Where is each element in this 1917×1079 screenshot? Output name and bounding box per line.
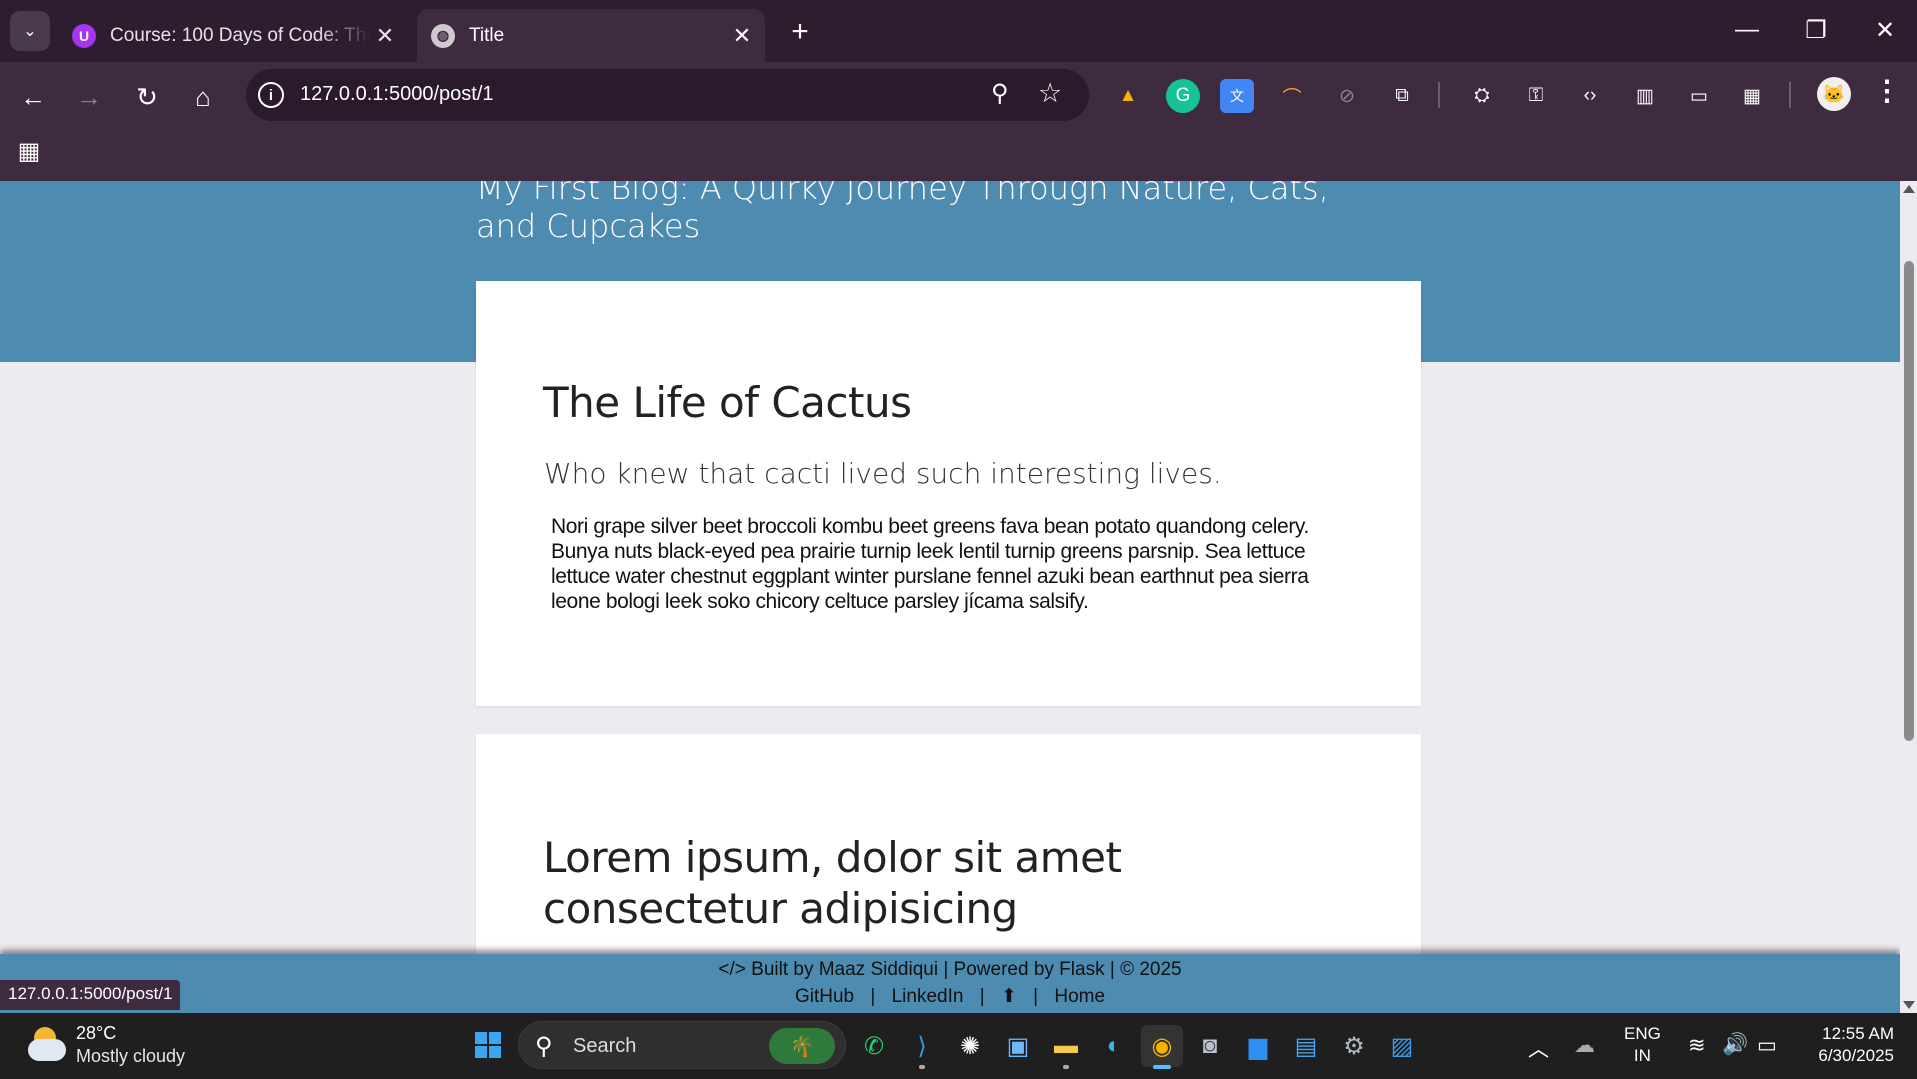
page-scrollbar[interactable] (1900, 181, 1917, 1013)
grammarly-icon[interactable]: G (1166, 79, 1200, 113)
footer-links: GitHub | LinkedIn | ⬆ | Home (0, 985, 1900, 1008)
tab-search-button[interactable]: ⌄ (10, 11, 50, 51)
file-explorer-icon[interactable]: ▬ (1045, 1025, 1087, 1069)
battery-icon[interactable]: ▭ (1757, 1033, 1777, 1058)
linkedin-link[interactable]: LinkedIn (892, 986, 964, 1007)
wifi-icon[interactable]: ≋ (1688, 1033, 1706, 1058)
footer-credit: </> Built by Maaz Siddiqui | Powered by … (718, 959, 1182, 980)
weather-cloudy-icon[interactable] (26, 1025, 68, 1065)
qr-code-icon[interactable]: ▦ (1735, 79, 1769, 113)
footer-separator: | (979, 986, 985, 1007)
site-info-icon[interactable]: i (258, 82, 284, 108)
github-link[interactable]: GitHub (795, 986, 854, 1007)
photos-icon[interactable]: ▨ (1381, 1025, 1423, 1067)
weather-temperature[interactable]: 28°C (76, 1023, 116, 1044)
home-link[interactable]: Home (1054, 986, 1105, 1007)
search-label: Search (573, 1035, 637, 1057)
post-title[interactable]: The Life of Cactus (543, 378, 912, 427)
clock-time: 12:55 AM (1822, 1024, 1894, 1043)
apps-grid-icon[interactable]: ▦ (14, 136, 44, 166)
site-footer: </> Built by Maaz Siddiqui | Powered by … (0, 954, 1900, 1013)
profile-avatar[interactable]: 🐱 (1817, 77, 1851, 111)
blog-title: My First Blog: A Quirky Journey Through … (476, 181, 1329, 245)
bookmark-star-icon[interactable]: ☆ (1038, 78, 1062, 109)
more-menu-icon[interactable]: ⋮ (1873, 74, 1901, 107)
browser-chrome: ⌄ U Course: 100 Days of Code: The Comple… (0, 0, 1917, 181)
camera-icon[interactable]: ◙ (1189, 1025, 1231, 1067)
google-translate-icon[interactable]: 文 (1220, 79, 1254, 113)
tab-strip: ⌄ U Course: 100 Days of Code: The Comple… (0, 0, 1917, 62)
search-icon: ⚲ (535, 1033, 553, 1060)
scrollbar-thumb[interactable] (1904, 261, 1914, 741)
back-arrow-icon[interactable]: ← (13, 77, 53, 117)
scroll-up-arrow-icon[interactable] (1903, 185, 1915, 193)
device-mode-icon[interactable]: ▭ (1682, 79, 1716, 113)
tab-title: Course: 100 Days of Code: The Complete P… (110, 24, 370, 46)
footer-separator: | (1033, 986, 1039, 1007)
close-icon[interactable]: ✕ (370, 23, 400, 49)
remote-desktop-icon[interactable]: ▆ (1237, 1025, 1279, 1067)
settings-gear-icon[interactable]: ⚙ (1333, 1025, 1375, 1067)
devtools-code-icon[interactable]: ‹› (1573, 79, 1607, 113)
notepad-icon[interactable]: ▤ (1285, 1025, 1327, 1067)
close-window-icon[interactable]: ✕ (1860, 12, 1910, 48)
onedrive-cloud-icon[interactable]: ☁ (1574, 1033, 1595, 1058)
blocked-extension-icon[interactable]: ⊘ (1330, 79, 1364, 113)
tab-course[interactable]: U Course: 100 Days of Code: The Complete… (58, 9, 408, 62)
globe-icon: ◍ (431, 23, 455, 48)
whatsapp-icon[interactable]: ✆ (853, 1025, 895, 1067)
edge-icon[interactable]: ◐ (1093, 1025, 1135, 1067)
footer-separator: | (870, 986, 876, 1007)
taskbar-search[interactable]: ⚲ Search 🌴 (518, 1021, 846, 1069)
incognito-icon[interactable]: ⛭ (1465, 79, 1499, 113)
extension-rainbow-icon[interactable]: ⌒ (1275, 79, 1309, 113)
forward-arrow-icon[interactable]: → (69, 77, 109, 117)
page-viewport: My First Blog: A Quirky Journey Through … (0, 181, 1900, 1013)
windows-taskbar: 28°C Mostly cloudy ⚲ Search 🌴 ✆ ⟩ ✺ ▣ ▬ … (0, 1013, 1917, 1079)
clock-date: 6/30/2025 (1818, 1046, 1894, 1065)
scroll-down-arrow-icon[interactable] (1903, 1001, 1915, 1009)
side-panel-icon[interactable]: ▥ (1628, 79, 1662, 113)
volume-icon[interactable]: 🔊 (1722, 1033, 1748, 1057)
close-icon[interactable]: ✕ (727, 23, 757, 49)
new-tab-button[interactable]: + (780, 12, 820, 52)
extensions-puzzle-icon[interactable]: ⧉ (1385, 79, 1419, 113)
search-highlight-icon: 🌴 (769, 1028, 835, 1064)
tab-title: Title (469, 24, 505, 46)
google-drive-icon[interactable]: ▲ (1111, 79, 1145, 113)
chrome-icon[interactable]: ◉ (1141, 1025, 1183, 1069)
post-body: Nori grape silver beet broccoli kombu be… (551, 515, 1309, 613)
show-hidden-icons-chevron-icon[interactable]: ︿ (1528, 1033, 1549, 1063)
toolbar-divider (1438, 82, 1440, 108)
system-clock[interactable]: 12:55 AM 6/30/2025 (1800, 1023, 1894, 1067)
zoom-icon[interactable]: ⚲ (991, 79, 1009, 108)
minimize-icon[interactable]: — (1722, 12, 1772, 48)
url-text[interactable]: 127.0.0.1:5000/post/1 (300, 83, 494, 106)
back-to-top-link[interactable]: ⬆ (1001, 986, 1017, 1007)
input-language[interactable]: ENG IN (1624, 1023, 1661, 1067)
region-code: IN (1633, 1046, 1651, 1065)
weather-description[interactable]: Mostly cloudy (76, 1046, 185, 1067)
home-icon[interactable]: ⌂ (183, 77, 223, 117)
reload-icon[interactable]: ↻ (127, 77, 167, 117)
microsoft-store-icon[interactable]: ▣ (997, 1025, 1039, 1067)
post-title[interactable]: Lorem ipsum, dolor sit amet consectetur … (543, 832, 1373, 934)
post-subtitle: Who knew that cacti lived such interesti… (544, 457, 1222, 490)
language-code: ENG (1624, 1024, 1661, 1043)
tab-active-title[interactable]: ◍ Title ✕ (417, 9, 765, 62)
windows-start-icon[interactable] (475, 1032, 501, 1058)
vscode-icon[interactable]: ⟩ (901, 1025, 943, 1069)
address-bar[interactable]: i 127.0.0.1:5000/post/1 ⚲ ☆ (246, 69, 1089, 121)
post-card: The Life of Cactus Who knew that cacti l… (476, 281, 1421, 706)
chevron-down-icon: ⌄ (23, 23, 37, 40)
udemy-favicon-icon: U (72, 23, 96, 48)
link-status-bubble: 127.0.0.1:5000/post/1 (0, 980, 181, 1010)
restore-icon[interactable]: ❐ (1791, 12, 1841, 48)
toolbar-divider (1789, 82, 1791, 108)
password-key-icon[interactable]: ⚿ (1519, 79, 1553, 113)
chatgpt-icon[interactable]: ✺ (949, 1025, 991, 1067)
